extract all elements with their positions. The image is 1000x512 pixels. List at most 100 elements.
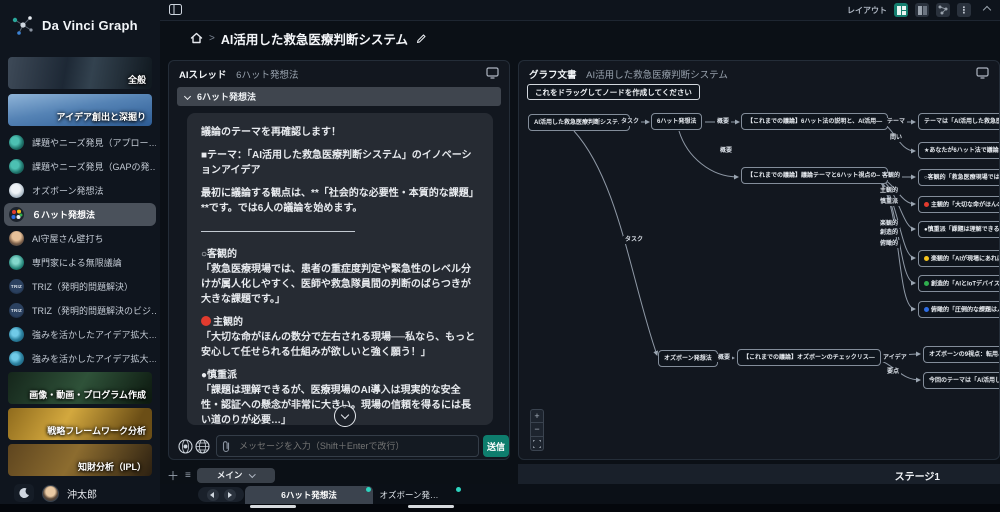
sidebar-footer: 沖太郎 [0,482,160,504]
thread-selector-label: メイン [217,469,243,481]
edge-label: テーマ [885,118,907,126]
banner-ip-analysis[interactable]: 知財分析（IPL） [8,444,152,476]
next-tab-button[interactable] [224,489,236,501]
page-title: AI活用した救急医療判断システム [221,29,408,48]
sidebar-item-label: TRIZ（発明的問題解決のビジ… [32,304,156,317]
layout-label: レイアウト [847,5,887,16]
ai-model-globe-icon[interactable] [178,439,193,454]
edge-label: タスク [623,236,645,244]
thread-section-title: 6ハット発想法 [197,90,256,103]
graph-node-root[interactable]: AI活用した救急医療判断システム [528,114,630,131]
graph-node-optimistic[interactable]: 楽観的「AIが現場にあれば、 [918,250,1000,267]
graph-node-objective[interactable]: ○客観的「救急医療現場では、 [918,169,1000,186]
popout-window-icon[interactable] [486,67,499,79]
scroll-to-bottom-button[interactable] [334,405,356,427]
tab-label: 6ハット発想法 [281,489,337,501]
graph-node-subjective[interactable]: 主観的「大切な命がほんの数 [918,196,1000,213]
sidebar-item-needs-approach[interactable]: 課題やニーズ発見（アプロー… [4,131,156,154]
collapse-topbar-icon[interactable] [983,6,991,14]
sidebar-item-label: オズボーン発想法 [32,184,104,197]
bottom-tab-six-hats[interactable]: 6ハット発想法 [245,486,373,504]
graph-node-six-hats[interactable]: 6ハット発想法 [651,113,702,130]
banner-label: 画像・動画・プログラム作成 [29,388,146,401]
edge-label: 概要 [715,118,731,126]
layout-split-view-button[interactable] [894,3,908,17]
layout-columns-button[interactable] [915,3,929,17]
sidebar-item-label: 強みを活かしたアイデア拡大… [32,328,156,341]
graph-node-overview[interactable]: 俯瞰的「圧倒的な課題は人手 [918,301,1000,318]
graph-node-osborn-ideas[interactable]: オズボーンの9視点：転用、応用 [923,346,1000,363]
strength-icon [9,327,24,342]
tab-indicator [408,505,454,508]
graph-node-creative[interactable]: 創造的「AIとIoTデバイスを [918,275,1000,292]
banner-label: 戦略フレームワーク分析 [47,424,146,437]
graph-node-discussion-1[interactable]: 【これまでの議論】6ハット法の説明と、AI活用— [741,113,888,130]
sidebar-item-strength-1[interactable]: 強みを活かしたアイデア拡大… [4,323,156,346]
attach-file-icon[interactable] [221,440,232,453]
sidebar: Da Vinci Graph 全般 アイデア創出と深掘り 課題やニーズ発見（アプ… [0,0,160,504]
thread-list-icon[interactable]: ≡ [185,470,191,481]
topbar: レイアウト ⋮ [160,0,1000,21]
dark-mode-toggle[interactable] [14,484,34,502]
experts-icon [9,255,24,270]
graph-node-osborn-discussion[interactable]: 【これまでの議論】オズボーンのチェックリス— [737,349,881,366]
edge-label: 創造的 [878,229,900,237]
logo-text: Da Vinci Graph [42,18,138,33]
banner-idea-creation[interactable]: アイデア創出と深掘り [8,94,152,126]
edit-title-icon[interactable] [416,33,427,44]
banner-media-program[interactable]: 画像・動画・プログラム作成 [8,372,152,404]
graph-node-osborn[interactable]: オズボーン発想法 [658,350,718,367]
home-icon[interactable] [190,32,203,44]
sidebar-item-triz[interactable]: TRIZ TRIZ（発明的問題解決） [4,275,156,298]
banner-general[interactable]: 全般 [8,57,152,89]
sidebar-item-six-hats[interactable]: ６ハット発想法 [4,203,156,226]
prev-tab-button[interactable] [207,489,219,501]
layout-graph-button[interactable] [936,3,950,17]
sidebar-item-expert-debate[interactable]: 専門家による無限議論 [4,251,156,274]
add-thread-button[interactable]: ＋ [167,467,179,484]
graph-node-cautious[interactable]: ●慎重派「課題は理解できるが [918,221,1000,238]
web-globe-icon[interactable] [195,439,210,454]
sidebar-item-ai-moriya[interactable]: AI守屋さん壁打ち [4,227,156,250]
sidebar-item-strength-2[interactable]: 強みを活かしたアイデア拡大… [4,347,156,370]
user-avatar[interactable] [42,485,59,502]
thread-selector[interactable]: メイン [197,468,275,483]
message-paragraph: ■テーマ：「AI活用した救急医療判断システム」のイノベーションアイデア [201,148,479,178]
banner-strategy-framework[interactable]: 戦略フレームワーク分析 [8,408,152,440]
bottom-tab-osborn[interactable]: オズボーン発… [355,486,463,504]
chevron-down-icon [249,471,255,477]
panel-title: AIスレッド [179,70,227,81]
edge-label: 主観的 [878,187,900,195]
six-hats-icon [9,207,24,222]
sidebar-item-label: 課題やニーズ発見（GAPの発… [32,160,156,173]
graph-node-question[interactable]: ★あなたが6ハット法で議論し [918,142,1000,159]
ai-message-bubble: 議論のテーマを再確認します！ ■テーマ：「AI活用した救急医療判断システム」のイ… [187,113,493,425]
app-logo[interactable]: Da Vinci Graph [10,12,138,38]
banner-label: アイデア創出と深掘り [56,110,146,123]
sidebar-item-needs-gap[interactable]: 課題やニーズ発見（GAPの発… [4,155,156,178]
chevron-down-icon [184,93,191,100]
edge-label: アイデア [881,354,909,362]
edge-label: 要点 [885,368,901,376]
graph-node-discussion-2[interactable]: 【これまでの議論】議論テーマと6ハット視点の— [741,167,888,184]
sidebar-item-osborn[interactable]: オズボーン発想法 [4,179,156,202]
banner-label: 知財分析（IPL） [78,460,146,473]
thread-section-header[interactable]: 6ハット発想法 [177,87,501,106]
message-input[interactable] [216,435,479,457]
send-button[interactable]: 送信 [483,435,509,457]
sidebar-toggle-icon[interactable] [169,4,182,15]
tab-nav-group [198,487,244,502]
green-dot [924,281,929,286]
app-root: Da Vinci Graph 全般 アイデア創出と深掘り 課題やニーズ発見（アプ… [0,0,1000,512]
edge-label: 俯瞰的 [878,240,900,248]
red-dot [924,202,929,207]
sidebar-item-triz-biz[interactable]: TRIZ TRIZ（発明的問題解決のビジ… [4,299,156,322]
needs-icon [9,135,24,150]
more-options-button[interactable]: ⋮ [957,3,971,17]
tab-label: オズボーン発… [379,489,438,501]
logo-network-icon [10,12,36,38]
speaker-quote: 「大切な命がほんの数分で左右される現場──私なら、もっと安心して任せられる仕組み… [201,330,479,360]
graph-node-theme[interactable]: テーマは「AI活用した救急医療 [918,113,1000,130]
breadcrumb: > AI活用した救急医療判断システム [160,20,1000,56]
graph-node-osborn-points[interactable]: 今回のテーマは「AI活用した救 [923,372,1000,389]
